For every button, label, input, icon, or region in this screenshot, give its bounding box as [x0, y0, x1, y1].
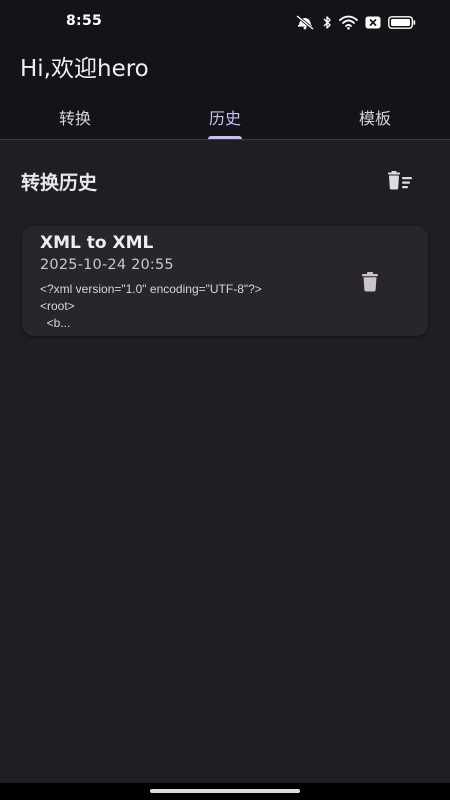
- history-item-preview: <?xml version="1.0" encoding="UTF-8"?> <…: [40, 282, 262, 330]
- tab-history-label: 历史: [208, 109, 241, 128]
- history-item-timestamp: 2025-10-24 20:55: [40, 257, 174, 273]
- trash-icon: [362, 272, 378, 292]
- status-bar: 8:55: [0, 0, 450, 44]
- battery-icon: [388, 15, 416, 29]
- tab-history[interactable]: 历史: [150, 92, 300, 139]
- status-time: 8:55: [66, 13, 103, 29]
- tab-bar: 转换 历史 模板: [0, 92, 450, 139]
- bluetooth-icon: [323, 15, 331, 29]
- wifi-icon: [339, 15, 358, 30]
- system-navigation-bar: [0, 783, 450, 800]
- tab-templates[interactable]: 模板: [300, 92, 450, 139]
- home-indicator[interactable]: [150, 789, 300, 793]
- status-icons: [295, 13, 416, 31]
- delete-sweep-icon: [388, 171, 412, 190]
- greeting-title: Hi,欢迎hero: [20, 56, 149, 82]
- history-item-title: XML to XML: [40, 233, 154, 253]
- app-header: 8:55 Hi,欢迎hero 转换 历史 模板: [0, 0, 450, 139]
- clear-history-button[interactable]: [380, 163, 420, 199]
- tabs-divider: [0, 139, 450, 140]
- tab-templates-label: 模板: [358, 109, 391, 128]
- tab-convert-label: 转换: [58, 109, 91, 128]
- app-screen: 8:55 Hi,欢迎hero 转换 历史 模板 转换历史 XML to XML …: [0, 0, 450, 800]
- notifications-muted-icon: [296, 14, 314, 30]
- history-item-delete-button[interactable]: [354, 266, 386, 298]
- sim-no-signal-icon: [365, 16, 381, 28]
- history-item-card[interactable]: XML to XML 2025-10-24 20:55 <?xml versio…: [22, 226, 428, 336]
- tab-convert[interactable]: 转换: [0, 92, 150, 139]
- history-section-title: 转换历史: [21, 172, 98, 194]
